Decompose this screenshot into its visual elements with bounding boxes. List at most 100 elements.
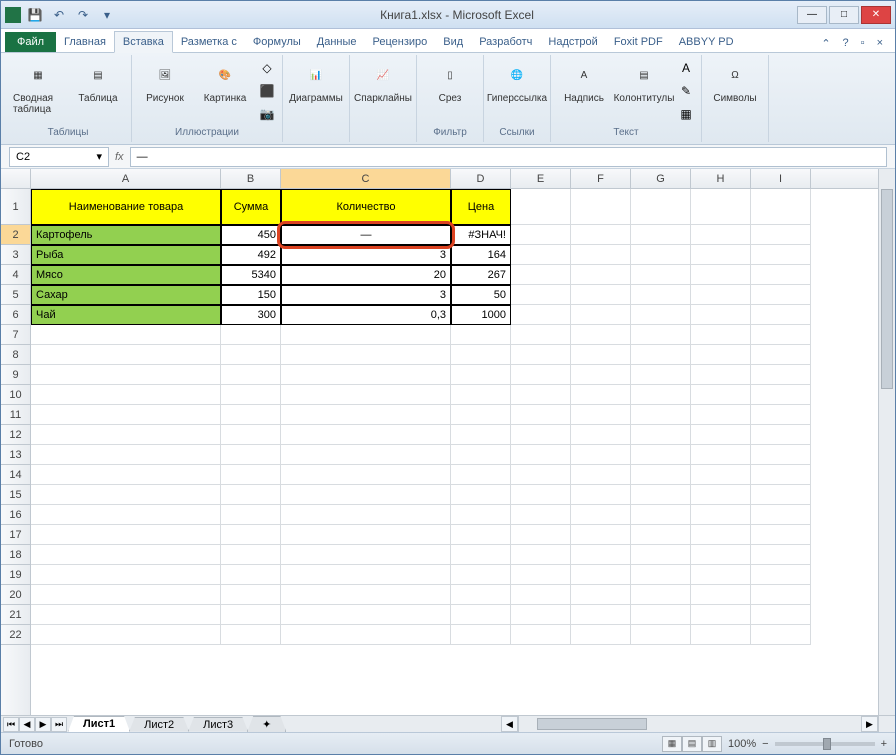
tab-page-layout[interactable]: Разметка с <box>173 32 245 52</box>
row-header-16[interactable]: 16 <box>1 505 30 525</box>
cell-C6[interactable]: 0,3 <box>281 305 451 325</box>
cell-F4[interactable] <box>571 265 631 285</box>
cell-G21[interactable] <box>631 605 691 625</box>
cell-E20[interactable] <box>511 585 571 605</box>
cell-E3[interactable] <box>511 245 571 265</box>
cell-A21[interactable] <box>31 605 221 625</box>
cell-G3[interactable] <box>631 245 691 265</box>
tab-developer[interactable]: Разработч <box>471 32 540 52</box>
table-button[interactable]: ▤Таблица <box>69 57 127 106</box>
cell-A6[interactable]: Чай <box>31 305 221 325</box>
cell-A19[interactable] <box>31 565 221 585</box>
wordart-button[interactable]: A <box>675 57 697 79</box>
cell-H19[interactable] <box>691 565 751 585</box>
cell-B11[interactable] <box>221 405 281 425</box>
sheet-tab-3[interactable]: Лист3 <box>188 717 248 732</box>
help-icon[interactable]: ? <box>839 35 853 52</box>
row-header-19[interactable]: 19 <box>1 565 30 585</box>
cell-G16[interactable] <box>631 505 691 525</box>
redo-button[interactable]: ↷ <box>73 5 93 25</box>
cell-B10[interactable] <box>221 385 281 405</box>
cell-F11[interactable] <box>571 405 631 425</box>
cell-I17[interactable] <box>751 525 811 545</box>
tab-nav-next[interactable]: ▶ <box>35 717 51 732</box>
cell-G13[interactable] <box>631 445 691 465</box>
cell-F16[interactable] <box>571 505 631 525</box>
row-header-10[interactable]: 10 <box>1 385 30 405</box>
cell-F12[interactable] <box>571 425 631 445</box>
cell-I14[interactable] <box>751 465 811 485</box>
cell-F8[interactable] <box>571 345 631 365</box>
screenshot-button[interactable]: 📷 <box>256 103 278 125</box>
cell-E6[interactable] <box>511 305 571 325</box>
row-header-21[interactable]: 21 <box>1 605 30 625</box>
cell-I16[interactable] <box>751 505 811 525</box>
cell-E4[interactable] <box>511 265 571 285</box>
row-header-13[interactable]: 13 <box>1 445 30 465</box>
cell-F18[interactable] <box>571 545 631 565</box>
cell-D11[interactable] <box>451 405 511 425</box>
cell-I18[interactable] <box>751 545 811 565</box>
cell-E8[interactable] <box>511 345 571 365</box>
row-header-12[interactable]: 12 <box>1 425 30 445</box>
pivot-table-button[interactable]: ▦Сводная таблица <box>9 57 67 117</box>
sparklines-button[interactable]: 📈Спарклайны <box>354 57 412 106</box>
cell-E21[interactable] <box>511 605 571 625</box>
textbox-button[interactable]: AНадпись <box>555 57 613 106</box>
cell-A3[interactable]: Рыба <box>31 245 221 265</box>
tab-formulas[interactable]: Формулы <box>245 32 309 52</box>
undo-button[interactable]: ↶ <box>49 5 69 25</box>
cell-H18[interactable] <box>691 545 751 565</box>
cell-C7[interactable] <box>281 325 451 345</box>
cell-E10[interactable] <box>511 385 571 405</box>
cell-I19[interactable] <box>751 565 811 585</box>
cell-D4[interactable]: 267 <box>451 265 511 285</box>
sheet-tab-1[interactable]: Лист1 <box>68 716 130 732</box>
row-header-5[interactable]: 5 <box>1 285 30 305</box>
cell-B8[interactable] <box>221 345 281 365</box>
cell-B13[interactable] <box>221 445 281 465</box>
cell-F13[interactable] <box>571 445 631 465</box>
cell-D18[interactable] <box>451 545 511 565</box>
cell-B2[interactable]: 450 <box>221 225 281 245</box>
object-button[interactable]: ▦ <box>675 103 697 125</box>
cell-A22[interactable] <box>31 625 221 645</box>
cell-E7[interactable] <box>511 325 571 345</box>
cell-C22[interactable] <box>281 625 451 645</box>
cell-D10[interactable] <box>451 385 511 405</box>
new-sheet-button[interactable]: ✦ <box>247 716 286 732</box>
vscroll-thumb[interactable] <box>881 189 893 389</box>
cell-F20[interactable] <box>571 585 631 605</box>
cell-E14[interactable] <box>511 465 571 485</box>
cell-E18[interactable] <box>511 545 571 565</box>
cell-C15[interactable] <box>281 485 451 505</box>
cells-grid[interactable]: Наименование товараСуммаКоличествоЦенаКа… <box>31 189 878 715</box>
cell-G15[interactable] <box>631 485 691 505</box>
row-header-1[interactable]: 1 <box>1 189 30 225</box>
cell-B15[interactable] <box>221 485 281 505</box>
cell-G10[interactable] <box>631 385 691 405</box>
cell-B14[interactable] <box>221 465 281 485</box>
cell-I21[interactable] <box>751 605 811 625</box>
cell-G2[interactable] <box>631 225 691 245</box>
cell-D17[interactable] <box>451 525 511 545</box>
cell-C16[interactable] <box>281 505 451 525</box>
cell-B16[interactable] <box>221 505 281 525</box>
cell-I5[interactable] <box>751 285 811 305</box>
fx-icon[interactable]: fx <box>115 151 124 163</box>
cell-I13[interactable] <box>751 445 811 465</box>
cell-G1[interactable] <box>631 189 691 225</box>
cell-C20[interactable] <box>281 585 451 605</box>
slicer-button[interactable]: ▯Срез <box>421 57 479 106</box>
cell-F14[interactable] <box>571 465 631 485</box>
cell-G4[interactable] <box>631 265 691 285</box>
cell-G6[interactable] <box>631 305 691 325</box>
cell-I2[interactable] <box>751 225 811 245</box>
cell-B19[interactable] <box>221 565 281 585</box>
cell-F10[interactable] <box>571 385 631 405</box>
cell-E11[interactable] <box>511 405 571 425</box>
tab-insert[interactable]: Вставка <box>114 31 173 53</box>
hyperlink-button[interactable]: 🌐Гиперссылка <box>488 57 546 106</box>
cell-C1[interactable]: Количество <box>281 189 451 225</box>
row-header-17[interactable]: 17 <box>1 525 30 545</box>
